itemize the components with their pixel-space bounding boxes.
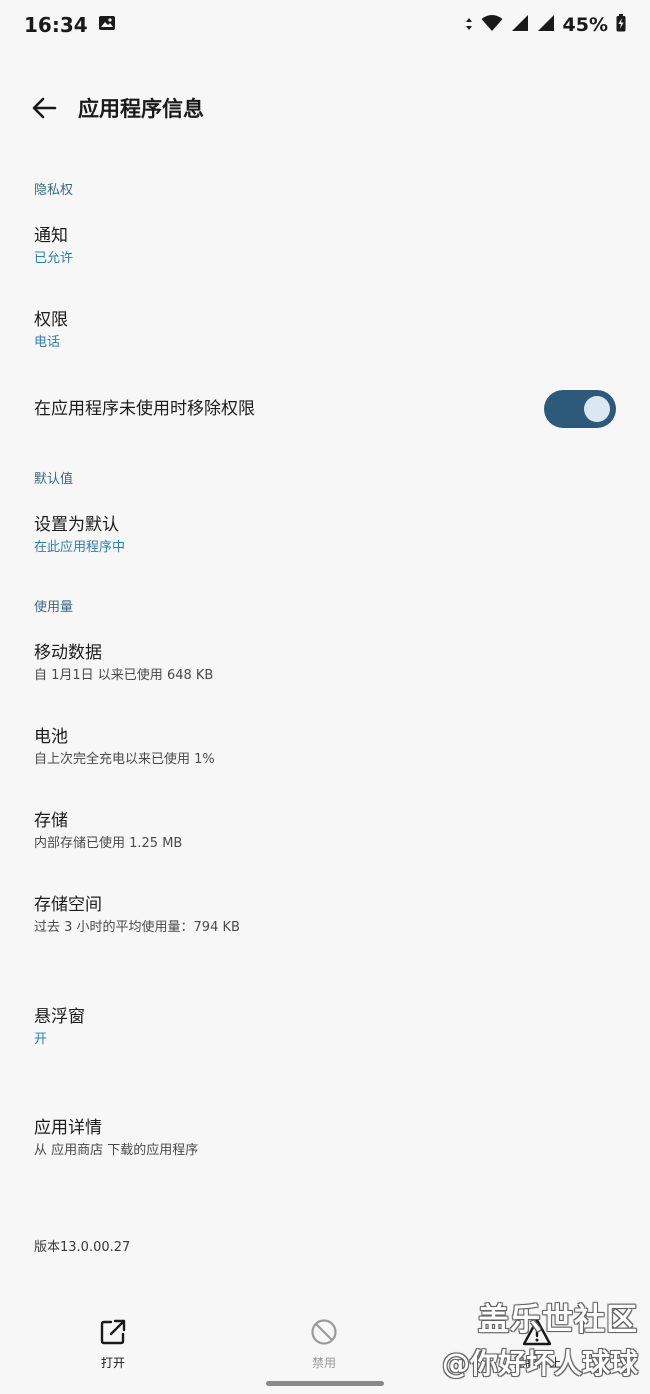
disable-label: 禁用 [311,1356,336,1370]
set-default-title: 设置为默认 [34,515,119,535]
wifi-icon [481,14,503,36]
mobile-data-title: 移动数据 [34,643,102,663]
app-details-item[interactable]: 应用详情 从 应用商店 下载的应用程序 [34,1116,624,1161]
data-transfer-icon [465,16,473,35]
floating-window-item[interactable]: 悬浮窗 开 [34,1005,624,1050]
battery-charging-icon [616,14,626,36]
storage-item[interactable]: 存储 内部存储已使用 1.25 MB [34,809,624,854]
warning-icon [522,1318,552,1346]
notifications-status: 已允许 [34,251,74,266]
permissions-item[interactable]: 权限 电话 [34,308,624,353]
signal-icon-2 [537,14,555,36]
page-title: 应用程序信息 [78,97,204,121]
arrow-back-icon [32,97,57,119]
remove-permissions-title: 在应用程序未使用时移除权限 [34,399,255,419]
battery-item[interactable]: 电池 自上次完全充电以来已使用 1% [34,725,624,770]
app-details-title: 应用详情 [34,1118,102,1138]
status-time: 16:34 [24,13,88,37]
storage-summary: 内部存储已使用 1.25 MB [34,836,183,851]
app-details-source: 从 应用商店 下载的应用程序 [34,1143,199,1158]
battery-summary: 自上次完全充电以来已使用 1% [34,752,215,767]
mobile-data-summary: 自 1月1日 以来已使用 648 KB [34,668,214,683]
toggle-knob [584,396,610,422]
app-bar: 应用程序信息 [0,70,650,146]
signal-icon [511,14,529,36]
mobile-data-item[interactable]: 移动数据 自 1月1日 以来已使用 648 KB [34,641,624,686]
back-button[interactable] [28,92,60,124]
force-stop-button[interactable]: 强制停止 [477,1318,597,1371]
memory-summary: 过去 3 小时的平均使用量：794 KB [34,920,240,935]
remove-permissions-row[interactable]: 在应用程序未使用时移除权限 [34,386,616,432]
notifications-item[interactable]: 通知 已允许 [34,224,624,269]
version-text: 版本13.0.00.27 [34,1240,131,1255]
bottom-action-bar: 打开 禁用 强制停止 [0,1318,650,1382]
section-header-usage: 使用量 [34,600,74,615]
open-label: 打开 [100,1356,125,1370]
set-default-item[interactable]: 设置为默认 在此应用程序中 [34,513,624,558]
memory-item[interactable]: 存储空间 过去 3 小时的平均使用量：794 KB [34,893,624,938]
block-icon [311,1319,337,1345]
floating-window-status: 开 [34,1032,48,1047]
disable-button[interactable]: 禁用 [264,1318,384,1371]
image-notification-icon [98,14,116,36]
section-header-privacy: 隐私权 [34,183,74,198]
open-button[interactable]: 打开 [53,1318,173,1371]
battery-percent: 45% [562,14,608,36]
section-header-defaults: 默认值 [34,472,74,487]
status-bar: 16:34 45% [0,0,650,50]
set-default-status: 在此应用程序中 [34,540,126,555]
permissions-status: 电话 [34,335,61,350]
memory-title: 存储空间 [34,895,102,915]
remove-permissions-toggle[interactable] [544,390,616,428]
gesture-nav-handle[interactable] [266,1381,384,1386]
notifications-title: 通知 [34,226,68,246]
battery-title: 电池 [34,727,68,747]
floating-window-title: 悬浮窗 [34,1007,85,1027]
open-external-icon [100,1319,126,1345]
permissions-title: 权限 [34,310,68,330]
storage-title: 存储 [34,811,68,831]
force-stop-label: 强制停止 [512,1356,561,1370]
